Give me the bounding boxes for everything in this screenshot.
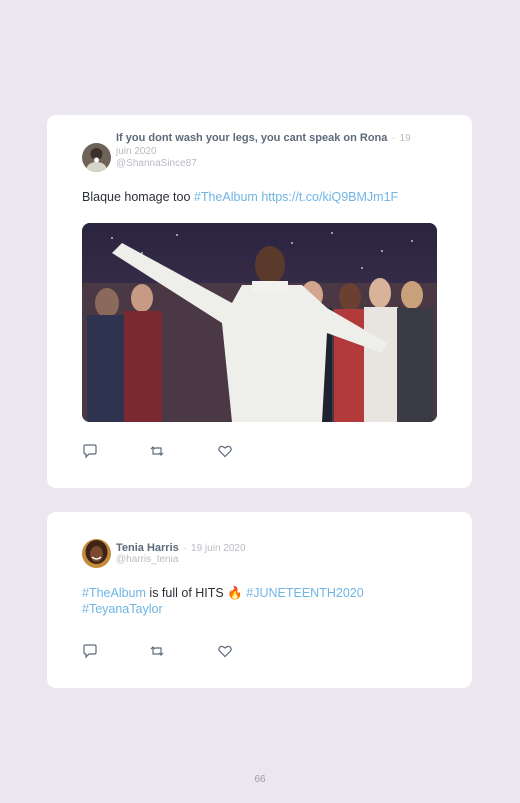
hashtag-link[interactable]: #TheAlbum: [194, 190, 258, 204]
meta-separator: ·: [391, 133, 396, 144]
author-handle[interactable]: @ShannaSince87: [116, 158, 197, 169]
reply-icon[interactable]: [82, 443, 98, 459]
tweet-text: Blaque homage too #TheAlbum https://t.co…: [82, 189, 398, 205]
author-handle[interactable]: @harris_tenia: [116, 554, 178, 565]
tweet-media-image[interactable]: [82, 223, 437, 422]
hashtag-link[interactable]: #TeyanaTaylor: [82, 602, 163, 616]
tweet-date-day[interactable]: 19: [400, 133, 411, 144]
heart-icon[interactable]: [217, 643, 233, 659]
heart-icon[interactable]: [217, 443, 233, 459]
hashtag-link[interactable]: #TheAlbum: [82, 586, 146, 600]
tweet-text: #TheAlbum is full of HITS 🔥 #JUNETEENTH2…: [82, 585, 442, 617]
avatar[interactable]: [82, 143, 111, 172]
tweet-text-plain: Blaque homage too: [82, 190, 194, 204]
tweet-actions: [82, 643, 242, 659]
tweet-actions: [82, 443, 242, 459]
tweet-card-1: If you dont wash your legs, you cant spe…: [47, 115, 472, 488]
retweet-icon[interactable]: [149, 643, 165, 659]
tweet-date-month[interactable]: juin 2020: [116, 146, 157, 157]
page-number: 66: [254, 774, 266, 785]
meta-separator: ·: [183, 543, 187, 554]
tweet-text-plain: is full of HITS: [145, 586, 228, 600]
reply-icon[interactable]: [82, 643, 98, 659]
author-name[interactable]: Tenia Harris: [116, 542, 179, 554]
tweet-date[interactable]: 19 juin 2020: [191, 543, 246, 554]
author-name[interactable]: If you dont wash your legs, you cant spe…: [116, 132, 387, 144]
fire-emoji: 🔥: [227, 586, 243, 600]
url-link[interactable]: https://t.co/kiQ9BMJm1F: [261, 190, 398, 204]
retweet-icon[interactable]: [149, 443, 165, 459]
tweet-card-2: Tenia Harris · 19 juin 2020 @harris_teni…: [47, 512, 472, 688]
avatar[interactable]: [82, 539, 111, 568]
hashtag-link[interactable]: #JUNETEENTH2020: [246, 586, 363, 600]
